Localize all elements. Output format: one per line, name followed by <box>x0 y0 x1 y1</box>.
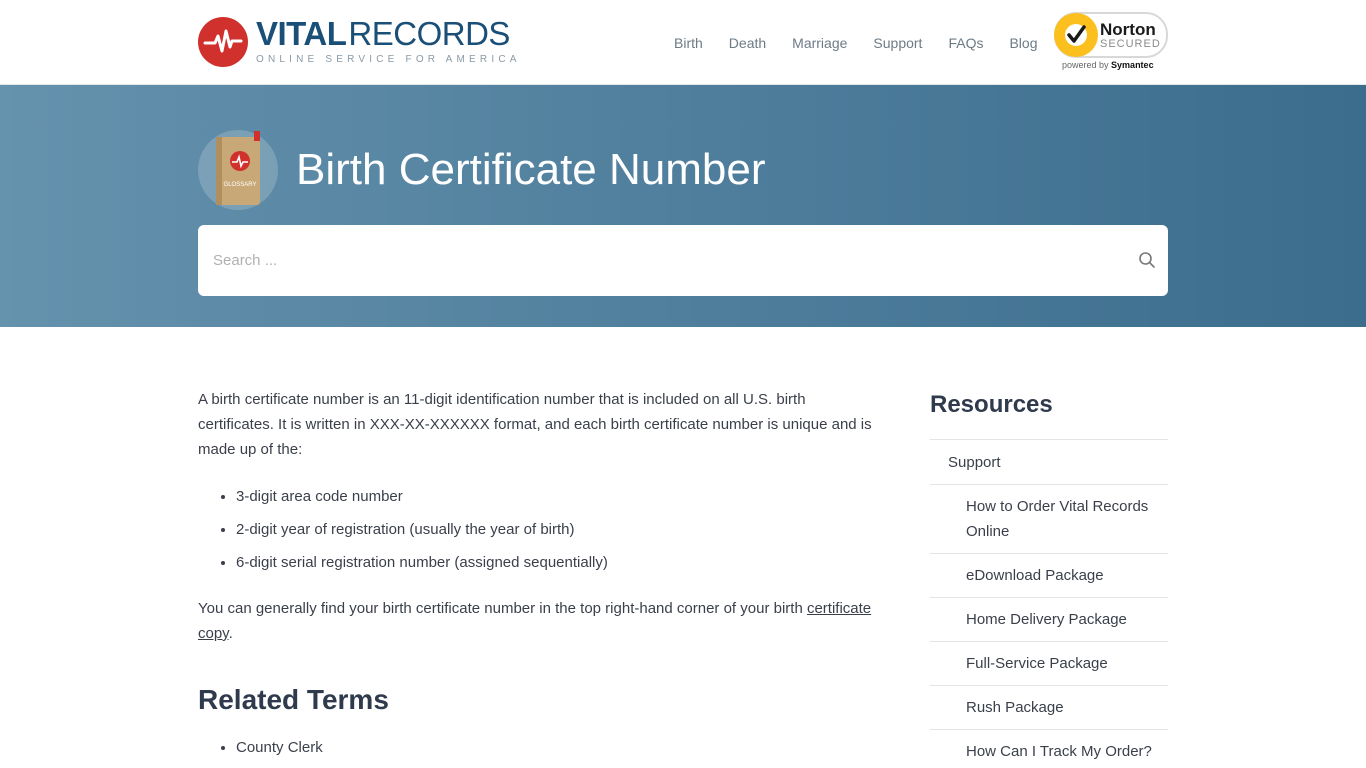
checkmark-icon <box>1054 13 1098 57</box>
site-logo[interactable]: VITALRECORDS ONLINE SERVICE FOR AMERICA <box>198 17 521 67</box>
search-bar <box>198 225 1168 296</box>
definition-list: 3-digit area code number 2-digit year of… <box>236 484 878 575</box>
sidebar-item-track-order[interactable]: How Can I Track My Order? <box>930 729 1168 768</box>
article-outro: You can generally find your birth certif… <box>198 596 878 646</box>
sidebar-title: Resources <box>930 391 1053 418</box>
list-item: 2-digit year of registration (usually th… <box>236 517 878 542</box>
glossary-book-icon: GLOSSARY <box>198 130 278 210</box>
glossary-label: GLOSSARY <box>224 182 257 188</box>
article-intro: A birth certificate number is an 11-digi… <box>198 391 872 458</box>
search-input[interactable] <box>213 252 1113 269</box>
sidebar-item-support[interactable]: Support <box>930 439 1168 484</box>
norton-name: Norton <box>1100 20 1156 39</box>
page-title: Birth Certificate Number <box>296 145 766 194</box>
search-icon[interactable] <box>1136 249 1158 271</box>
list-item: 6-digit serial registration number (assi… <box>236 550 878 575</box>
norton-secured-label: SECURED <box>1100 38 1161 50</box>
nav-link-death[interactable]: Death <box>729 35 766 51</box>
related-term-county-clerk[interactable]: County Clerk <box>236 735 878 760</box>
sidebar-item-edownload[interactable]: eDownload Package <box>930 553 1168 597</box>
logo-title-light: RECORDS <box>348 15 510 52</box>
norton-powered-text: powered by <box>1062 60 1109 70</box>
nav-link-blog[interactable]: Blog <box>1009 35 1037 51</box>
resources-sidebar: Resources Support How to Order Vital Rec… <box>930 387 1168 768</box>
related-terms-list: County Clerk <box>236 735 878 760</box>
outro-text: You can generally find your birth certif… <box>198 600 807 617</box>
logo-tagline: ONLINE SERVICE FOR AMERICA <box>256 54 521 65</box>
sidebar-item-full-service[interactable]: Full-Service Package <box>930 641 1168 685</box>
norton-brand: Symantec <box>1111 60 1154 70</box>
sidebar-item-home-delivery[interactable]: Home Delivery Package <box>930 597 1168 641</box>
article-content: A birth certificate number is an 11-digi… <box>198 387 878 768</box>
list-item: 3-digit area code number <box>236 484 878 509</box>
sidebar-item-rush[interactable]: Rush Package <box>930 685 1168 729</box>
nav-link-marriage[interactable]: Marriage <box>792 35 847 51</box>
hero-banner: GLOSSARY Birth Certificate Number <box>0 85 1366 327</box>
outro-end: . <box>228 625 233 642</box>
norton-secured-badge[interactable]: Norton SECURED powered by Symantec <box>1054 12 1168 72</box>
heartbeat-icon <box>198 17 248 67</box>
sidebar-item-how-to-order[interactable]: How to Order Vital Records Online <box>930 484 1168 553</box>
nav-link-birth[interactable]: Birth <box>674 35 703 51</box>
norton-powered-by: powered by Symantec <box>1062 60 1154 70</box>
related-terms-heading: Related Terms <box>198 684 389 715</box>
nav-link-faqs[interactable]: FAQs <box>948 35 983 51</box>
main-nav: Birth Death Marriage Support FAQs Blog <box>674 35 1038 51</box>
logo-title-bold: VITAL <box>256 15 347 52</box>
site-header: VITALRECORDS ONLINE SERVICE FOR AMERICA … <box>0 0 1366 85</box>
nav-link-support[interactable]: Support <box>873 35 922 51</box>
